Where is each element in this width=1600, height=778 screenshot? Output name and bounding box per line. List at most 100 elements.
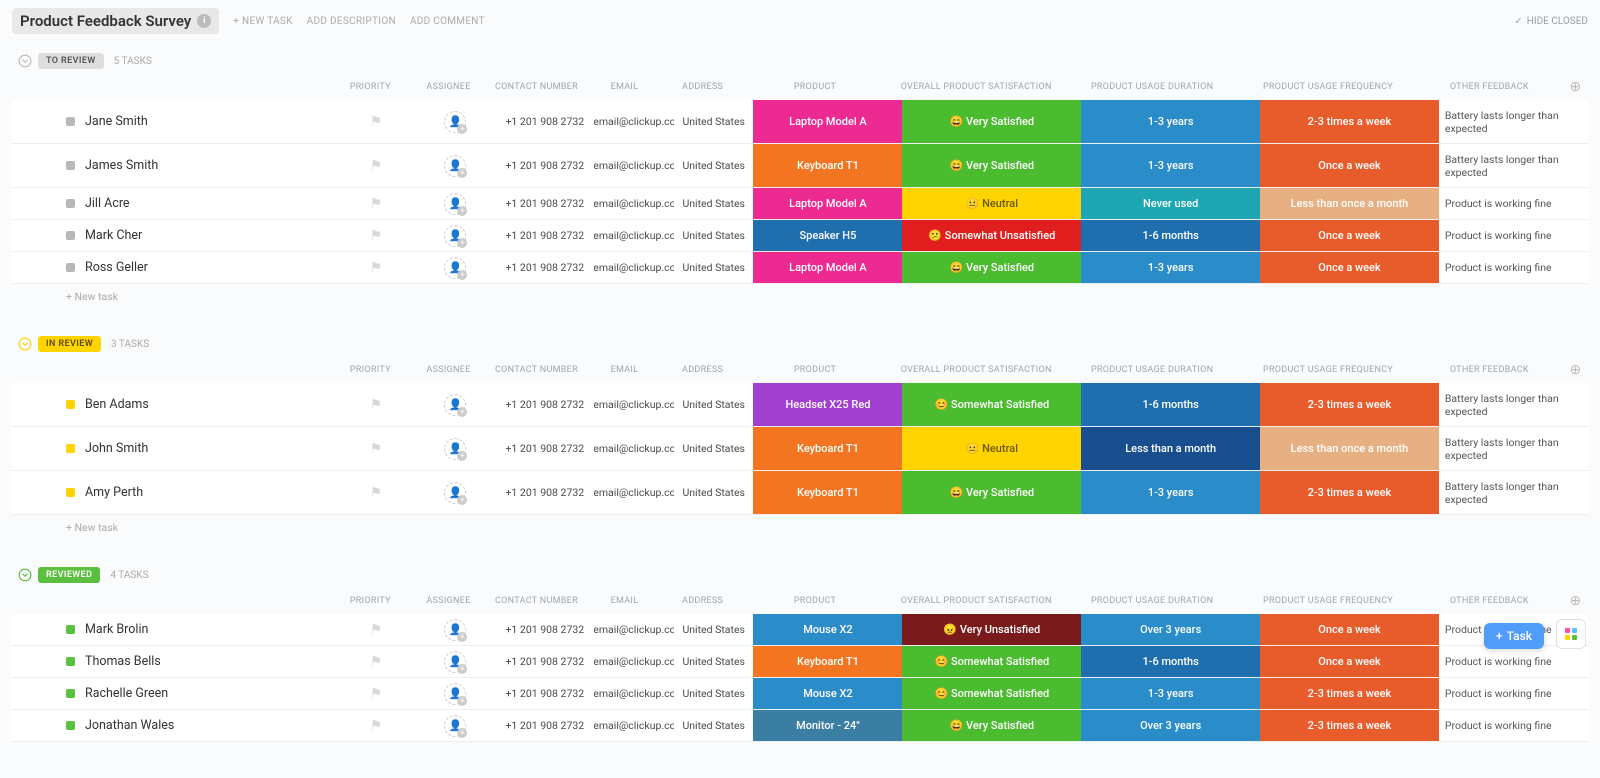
assignee-cell[interactable]: 👤+ — [416, 710, 495, 741]
product-cell[interactable]: Laptop Model A — [753, 100, 902, 143]
frequency-cell[interactable]: Once a week — [1260, 252, 1439, 283]
task-row[interactable]: Rachelle Green ⚑ 👤+ +1 201 908 2732 emai… — [12, 678, 1588, 710]
status-pill[interactable]: IN REVIEW — [38, 336, 101, 352]
satisfaction-cell[interactable]: 😠 Very Unsatisfied — [902, 614, 1081, 645]
email-cell[interactable]: email@clickup.cc — [594, 471, 673, 514]
frequency-cell[interactable]: 2-3 times a week — [1260, 100, 1439, 143]
contact-cell[interactable]: +1 201 908 2732 — [495, 710, 594, 741]
product-cell[interactable]: Keyboard T1 — [753, 144, 902, 187]
create-task-fab[interactable]: + Task — [1484, 623, 1544, 649]
frequency-cell[interactable]: Once a week — [1260, 144, 1439, 187]
group-collapse-toggle[interactable] — [12, 337, 38, 351]
address-cell[interactable]: United States — [674, 188, 753, 219]
col-duration[interactable]: PRODUCT USAGE DURATION — [1064, 365, 1240, 375]
address-cell[interactable]: United States — [674, 678, 753, 709]
frequency-cell[interactable]: Once a week — [1260, 220, 1439, 251]
col-contact[interactable]: CONTACT NUMBER — [488, 82, 586, 92]
email-cell[interactable]: email@clickup.cc — [594, 383, 673, 426]
feedback-cell[interactable]: Battery lasts longer than expected — [1439, 144, 1588, 187]
task-name-cell[interactable]: Ben Adams — [12, 383, 336, 426]
priority-cell[interactable]: ⚑ — [336, 427, 415, 470]
col-assignee[interactable]: ASSIGNEE — [409, 596, 487, 606]
satisfaction-cell[interactable]: 😄 Very Satisfied — [902, 471, 1081, 514]
col-duration[interactable]: PRODUCT USAGE DURATION — [1064, 596, 1240, 606]
task-name-cell[interactable]: Jane Smith — [12, 100, 336, 143]
priority-cell[interactable]: ⚑ — [336, 710, 415, 741]
col-satisfaction[interactable]: OVERALL PRODUCT SATISFACTION — [888, 365, 1064, 375]
group-collapse-toggle[interactable] — [12, 54, 38, 68]
frequency-cell[interactable]: Once a week — [1260, 614, 1439, 645]
col-priority[interactable]: PRIORITY — [331, 82, 409, 92]
priority-cell[interactable]: ⚑ — [336, 471, 415, 514]
add-comment-button[interactable]: ADD COMMENT — [410, 16, 485, 27]
task-row[interactable]: Mark Cher ⚑ 👤+ +1 201 908 2732 email@cli… — [12, 220, 1588, 252]
frequency-cell[interactable]: 2-3 times a week — [1260, 383, 1439, 426]
task-row[interactable]: Ben Adams ⚑ 👤+ +1 201 908 2732 email@cli… — [12, 383, 1588, 427]
task-row[interactable]: Jane Smith ⚑ 👤+ +1 201 908 2732 email@cl… — [12, 100, 1588, 144]
priority-cell[interactable]: ⚑ — [336, 678, 415, 709]
col-email[interactable]: EMAIL — [585, 596, 663, 606]
task-name-cell[interactable]: James Smith — [12, 144, 336, 187]
col-contact[interactable]: CONTACT NUMBER — [488, 596, 586, 606]
col-satisfaction[interactable]: OVERALL PRODUCT SATISFACTION — [888, 82, 1064, 92]
task-row[interactable]: Ross Geller ⚑ 👤+ +1 201 908 2732 email@c… — [12, 252, 1588, 284]
address-cell[interactable]: United States — [674, 220, 753, 251]
address-cell[interactable]: United States — [674, 710, 753, 741]
address-cell[interactable]: United States — [674, 383, 753, 426]
col-satisfaction[interactable]: OVERALL PRODUCT SATISFACTION — [888, 596, 1064, 606]
feedback-cell[interactable]: Battery lasts longer than expected — [1439, 383, 1588, 426]
satisfaction-cell[interactable]: 😊 Somewhat Satisfied — [902, 678, 1081, 709]
duration-cell[interactable]: 1-3 years — [1081, 252, 1260, 283]
feedback-cell[interactable]: Battery lasts longer than expected — [1439, 471, 1588, 514]
col-assignee[interactable]: ASSIGNEE — [409, 365, 487, 375]
apps-button[interactable] — [1556, 619, 1586, 649]
add-column-button[interactable]: ⊕ — [1563, 593, 1588, 609]
address-cell[interactable]: United States — [674, 614, 753, 645]
feedback-cell[interactable]: Product is working fine — [1439, 188, 1588, 219]
product-cell[interactable]: Mouse X2 — [753, 678, 902, 709]
col-product[interactable]: PRODUCT — [742, 365, 889, 375]
task-row[interactable]: Amy Perth ⚑ 👤+ +1 201 908 2732 email@cli… — [12, 471, 1588, 515]
col-assignee[interactable]: ASSIGNEE — [409, 82, 487, 92]
duration-cell[interactable]: 1-6 months — [1081, 220, 1260, 251]
task-row[interactable]: Thomas Bells ⚑ 👤+ +1 201 908 2732 email@… — [12, 646, 1588, 678]
satisfaction-cell[interactable]: 😊 Somewhat Satisfied — [902, 383, 1081, 426]
satisfaction-cell[interactable]: 😄 Very Satisfied — [902, 144, 1081, 187]
product-cell[interactable]: Laptop Model A — [753, 252, 902, 283]
email-cell[interactable]: email@clickup.cc — [594, 144, 673, 187]
address-cell[interactable]: United States — [674, 144, 753, 187]
satisfaction-cell[interactable]: 😄 Very Satisfied — [902, 100, 1081, 143]
task-name-cell[interactable]: Jill Acre — [12, 188, 336, 219]
col-address[interactable]: ADDRESS — [664, 596, 742, 606]
assignee-cell[interactable]: 👤+ — [416, 383, 495, 426]
col-email[interactable]: EMAIL — [585, 365, 663, 375]
email-cell[interactable]: email@clickup.cc — [594, 678, 673, 709]
assignee-cell[interactable]: 👤+ — [416, 614, 495, 645]
task-name-cell[interactable]: Rachelle Green — [12, 678, 336, 709]
contact-cell[interactable]: +1 201 908 2732 — [495, 614, 594, 645]
satisfaction-cell[interactable]: 😄 Very Satisfied — [902, 710, 1081, 741]
email-cell[interactable]: email@clickup.cc — [594, 252, 673, 283]
add-column-button[interactable]: ⊕ — [1563, 362, 1588, 378]
task-name-cell[interactable]: Mark Cher — [12, 220, 336, 251]
info-icon[interactable]: i — [197, 14, 211, 28]
duration-cell[interactable]: 1-3 years — [1081, 100, 1260, 143]
col-frequency[interactable]: PRODUCT USAGE FREQUENCY — [1240, 596, 1416, 606]
product-cell[interactable]: Laptop Model A — [753, 188, 902, 219]
duration-cell[interactable]: 1-6 months — [1081, 383, 1260, 426]
feedback-cell[interactable]: Product is working fine — [1439, 710, 1588, 741]
col-priority[interactable]: PRIORITY — [331, 365, 409, 375]
assignee-cell[interactable]: 👤+ — [416, 427, 495, 470]
satisfaction-cell[interactable]: 😐 Neutral — [902, 188, 1081, 219]
assignee-cell[interactable]: 👤+ — [416, 144, 495, 187]
email-cell[interactable]: email@clickup.cc — [594, 427, 673, 470]
frequency-cell[interactable]: Less than once a month — [1260, 427, 1439, 470]
col-duration[interactable]: PRODUCT USAGE DURATION — [1064, 82, 1240, 92]
address-cell[interactable]: United States — [674, 646, 753, 677]
assignee-cell[interactable]: 👤+ — [416, 471, 495, 514]
priority-cell[interactable]: ⚑ — [336, 646, 415, 677]
duration-cell[interactable]: Over 3 years — [1081, 614, 1260, 645]
feedback-cell[interactable]: Product is working fine — [1439, 678, 1588, 709]
priority-cell[interactable]: ⚑ — [336, 614, 415, 645]
feedback-cell[interactable]: Product is working fine — [1439, 252, 1588, 283]
